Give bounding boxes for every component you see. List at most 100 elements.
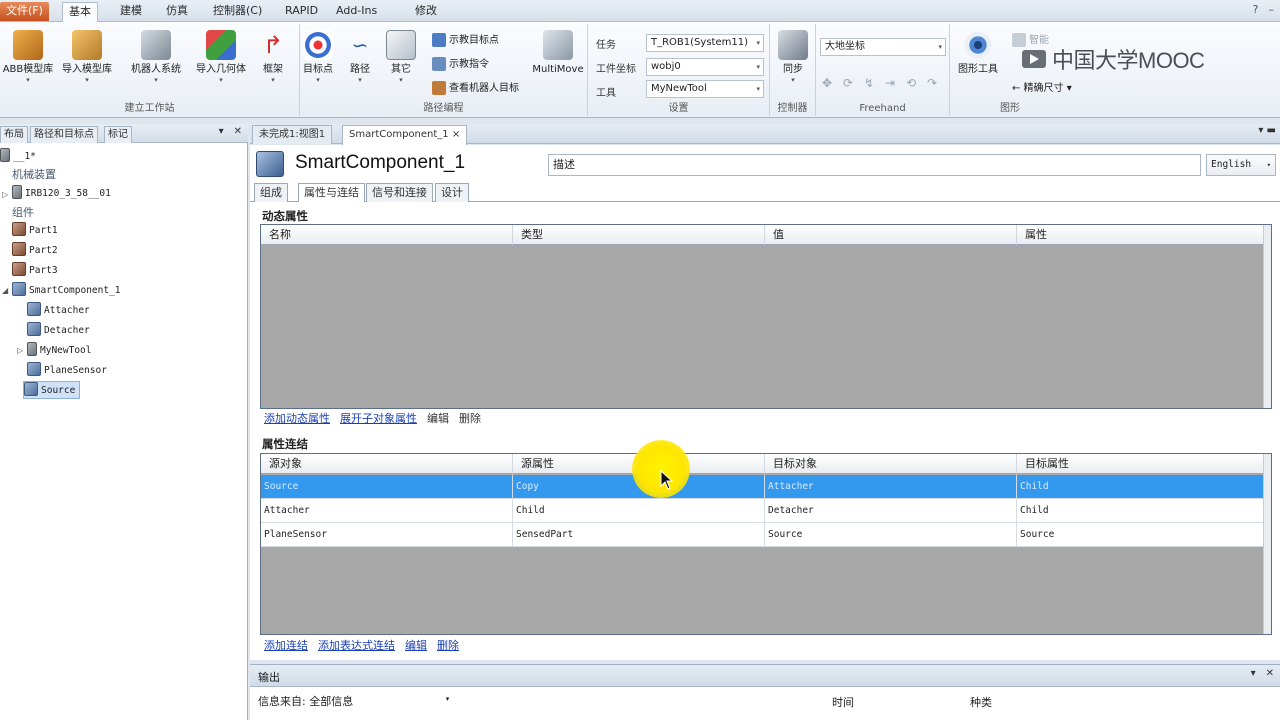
- language-select[interactable]: English ▾: [1206, 154, 1276, 176]
- tab-rapid[interactable]: RAPID: [279, 2, 324, 22]
- filter-label: 信息来自:: [258, 695, 306, 708]
- tab-view1[interactable]: 未完成1:视图1: [252, 125, 333, 144]
- dimension-button[interactable]: ← 精确尺寸 ▾: [1012, 80, 1072, 98]
- scrollbar[interactable]: [1263, 454, 1271, 634]
- teach-target-button[interactable]: 示教目标点: [432, 32, 499, 50]
- tree-station[interactable]: __1*: [0, 148, 36, 166]
- table-row[interactable]: Source Copy Attacher Child: [261, 475, 1271, 499]
- tree-smart-component[interactable]: SmartComponent_1: [12, 282, 121, 300]
- abb-library-button[interactable]: ABB模型库 ▾: [0, 30, 56, 94]
- jog-linear-icon[interactable]: ⇥: [885, 76, 899, 90]
- tree-child-tool[interactable]: MyNewTool: [27, 342, 91, 360]
- tab-tags[interactable]: 标记: [104, 126, 132, 143]
- scrollbar[interactable]: [1263, 225, 1271, 408]
- other-button[interactable]: 其它 ▾: [373, 30, 429, 94]
- chevron-down-icon: ▾: [445, 695, 450, 703]
- property-bindings-actions: 添加连结 添加表达式连结 编辑 删除: [264, 637, 459, 653]
- output-controls: ▾ ✕: [1251, 668, 1274, 679]
- output-title: 输出: [258, 671, 280, 684]
- view-tools-button[interactable]: 图形工具: [950, 30, 1006, 94]
- eye-icon: [963, 30, 993, 60]
- tab-properties-bindings[interactable]: 属性与连结: [298, 183, 365, 203]
- tree-category-mechanisms: 机械装置: [12, 168, 56, 181]
- tree-child-planesensor[interactable]: PlaneSensor: [27, 362, 107, 380]
- minimize-icon[interactable]: –: [1269, 3, 1275, 16]
- teach-instruction-button[interactable]: 示教指令: [432, 56, 489, 74]
- tab-controller[interactable]: 控制器(C): [207, 2, 268, 22]
- group-settings: 任务 T_ROB1(System11) ▾ 工件坐标 wobj0 ▾ 工具 MyNe…: [588, 24, 770, 116]
- expand-icon[interactable]: ▷: [2, 190, 8, 199]
- column-header-source-object[interactable]: 源对象: [261, 454, 513, 474]
- column-header-kind[interactable]: 种类: [970, 694, 992, 710]
- table-row[interactable]: Attacher Child Detacher Child: [261, 499, 1271, 523]
- tab-composition[interactable]: 组成: [254, 183, 288, 202]
- chevron-down-icon: ▾: [756, 63, 760, 71]
- tool-icon: [27, 342, 37, 356]
- layout-panel-tabs: 布局 路径和目标点 标记 ▾ ✕: [0, 124, 248, 143]
- pin-icon[interactable]: ▾: [1251, 668, 1256, 679]
- tab-paths-targets[interactable]: 路径和目标点: [30, 126, 98, 143]
- tab-design[interactable]: 设计: [435, 183, 469, 202]
- sync-button[interactable]: 同步 ▾: [765, 30, 821, 94]
- tab-signals-connections[interactable]: 信号和连接: [366, 183, 433, 202]
- tree-child-source[interactable]: Source: [23, 381, 81, 399]
- table-row[interactable]: PlaneSensor SensedPart Source Source: [261, 523, 1271, 547]
- column-header-target-object[interactable]: 目标对象: [765, 454, 1017, 474]
- filter-select[interactable]: 全部信息 ▾: [309, 693, 449, 709]
- tab-addins[interactable]: Add-Ins: [330, 2, 383, 22]
- tab-list-icon[interactable]: ▾ ▬: [1258, 125, 1276, 136]
- close-icon[interactable]: ✕: [234, 126, 242, 137]
- tab-basic[interactable]: 基本: [62, 2, 98, 23]
- robot-system-button[interactable]: 机器人系统 ▾: [128, 30, 184, 94]
- column-header-type[interactable]: 类型: [513, 225, 765, 245]
- description-field[interactable]: 描述: [548, 154, 1201, 176]
- collapse-icon[interactable]: ◢: [2, 286, 8, 295]
- tool-label: 工具: [596, 88, 616, 99]
- coordinate-system-select[interactable]: 大地坐标 ▾: [820, 38, 946, 56]
- tab-file[interactable]: 文件(F): [0, 2, 49, 21]
- grid-header: 名称 类型 值 属性: [261, 225, 1271, 245]
- tree-child-attacher[interactable]: Attacher: [27, 302, 90, 320]
- rotate-icon[interactable]: ⟳: [843, 76, 857, 90]
- add-binding-link[interactable]: 添加连结: [264, 637, 308, 653]
- jog-joint-icon[interactable]: ↯: [864, 76, 878, 90]
- robot-icon: [13, 30, 43, 60]
- add-dynamic-property-link[interactable]: 添加动态属性: [264, 410, 330, 426]
- expand-icon[interactable]: ▷: [17, 346, 23, 355]
- edit-binding-link[interactable]: 编辑: [405, 637, 427, 653]
- import-geometry-button[interactable]: 导入几何体 ▾: [193, 30, 249, 94]
- tree-part[interactable]: Part3: [12, 262, 58, 280]
- tab-modify[interactable]: 修改: [409, 2, 443, 22]
- jog-reorient-icon[interactable]: ⟲: [906, 76, 920, 90]
- tool-select[interactable]: MyNewTool ▾: [646, 80, 764, 98]
- chevron-down-icon: ▾: [1266, 161, 1271, 169]
- column-header-attribute[interactable]: 属性: [1017, 225, 1271, 245]
- tree-robot[interactable]: IRB120_3_58__01: [12, 185, 111, 203]
- library-icon: [72, 30, 102, 60]
- column-header-target-property[interactable]: 目标属性: [1017, 454, 1271, 474]
- import-library-button[interactable]: 导入模型库 ▾: [59, 30, 115, 94]
- close-icon[interactable]: ✕: [1266, 668, 1274, 679]
- panel-controls: ▾ ✕: [219, 126, 242, 137]
- help-icon[interactable]: ?: [1253, 3, 1259, 16]
- delete-binding-link[interactable]: 删除: [437, 637, 459, 653]
- tree-child-detacher[interactable]: Detacher: [27, 322, 90, 340]
- tree-part[interactable]: Part1: [12, 222, 58, 240]
- view-robot-target-button[interactable]: 查看机器人目标: [432, 80, 519, 98]
- column-header-time[interactable]: 时间: [832, 694, 854, 710]
- tab-modeling[interactable]: 建模: [114, 2, 148, 22]
- wobj-select[interactable]: wobj0 ▾: [646, 58, 764, 76]
- tab-simulation[interactable]: 仿真: [160, 2, 194, 22]
- column-header-name[interactable]: 名称: [261, 225, 513, 245]
- add-expression-binding-link[interactable]: 添加表达式连结: [318, 637, 395, 653]
- multi-robot-jog-icon[interactable]: ↷: [927, 76, 941, 90]
- tab-layout[interactable]: 布局: [0, 126, 28, 143]
- move-icon[interactable]: ✥: [822, 76, 836, 90]
- tab-smartcomponent[interactable]: SmartComponent_1 ×: [342, 125, 468, 145]
- task-select[interactable]: T_ROB1(System11) ▾: [646, 34, 764, 52]
- tree-part[interactable]: Part2: [12, 242, 58, 260]
- multimove-button[interactable]: MultiMove: [528, 30, 588, 94]
- expand-child-properties-link[interactable]: 展开子对象属性: [340, 410, 417, 426]
- pin-icon[interactable]: ▾: [219, 126, 224, 137]
- column-header-value[interactable]: 值: [765, 225, 1017, 245]
